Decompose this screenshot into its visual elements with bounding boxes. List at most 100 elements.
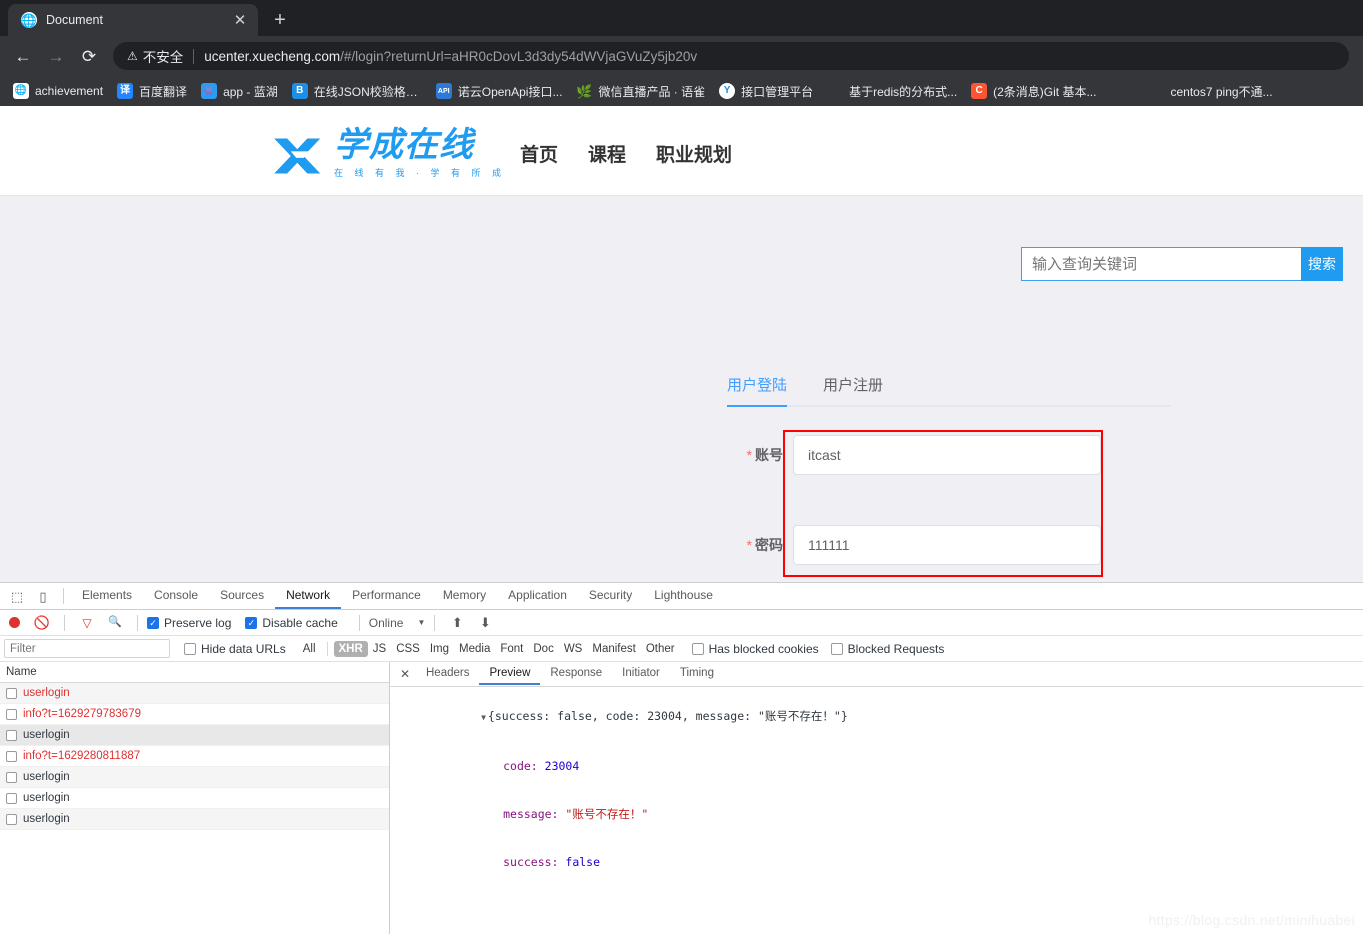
tab-application[interactable]: Application bbox=[497, 584, 578, 609]
tab-user-login[interactable]: 用户登陆 bbox=[727, 374, 787, 395]
bookmark-item[interactable]: 🌐 achievement bbox=[6, 80, 110, 102]
tab-network[interactable]: Network bbox=[275, 584, 342, 609]
record-icon[interactable] bbox=[9, 617, 20, 628]
device-toolbar-icon[interactable]: ▯ bbox=[30, 584, 56, 608]
has-blocked-cookies-label: Has blocked cookies bbox=[708, 641, 819, 656]
security-indicator[interactable]: ⚠ 不安全 bbox=[127, 46, 183, 66]
json-property-success: success: false bbox=[390, 838, 1363, 886]
table-row[interactable]: userlogin bbox=[0, 809, 389, 830]
filter-type-manifest[interactable]: Manifest bbox=[587, 641, 640, 657]
filter-type-xhr[interactable]: XHR bbox=[333, 640, 368, 657]
tab-console[interactable]: Console bbox=[143, 584, 209, 609]
clear-icon[interactable]: 🚫 bbox=[29, 611, 55, 635]
preserve-log-label: Preserve log bbox=[164, 615, 232, 630]
table-row[interactable]: userlogin bbox=[0, 788, 389, 809]
inspect-element-icon[interactable]: ⬚ bbox=[4, 584, 30, 608]
back-icon[interactable]: ← bbox=[8, 41, 38, 71]
request-list-header: Name bbox=[0, 662, 389, 683]
json-summary-mid1: , code: bbox=[591, 709, 648, 723]
forward-icon[interactable]: → bbox=[41, 41, 71, 71]
tab-elements[interactable]: Elements bbox=[71, 584, 143, 609]
filter-type-css[interactable]: CSS bbox=[391, 641, 425, 657]
request-name: userlogin bbox=[23, 813, 70, 825]
filter-type-img[interactable]: Img bbox=[425, 641, 454, 657]
bookmark-item[interactable]: 🌿 微信直播产品 · 语雀 bbox=[569, 80, 712, 103]
table-row[interactable]: info?t=1629280811887 bbox=[0, 746, 389, 767]
table-row[interactable]: userlogin bbox=[0, 683, 389, 704]
tab-timing[interactable]: Timing bbox=[670, 664, 724, 685]
bookmark-item[interactable]: centos7 ping不通... bbox=[1141, 80, 1279, 103]
tab-response[interactable]: Response bbox=[540, 664, 612, 685]
search-button[interactable]: 搜索 bbox=[1301, 247, 1343, 281]
filter-divider bbox=[326, 641, 328, 656]
tab-security[interactable]: Security bbox=[578, 584, 643, 609]
filter-type-all[interactable]: All bbox=[298, 641, 321, 657]
throttling-select[interactable]: Online ▼ bbox=[369, 616, 426, 630]
has-blocked-cookies-checkbox[interactable]: Has blocked cookies bbox=[691, 641, 819, 656]
filter-type-font[interactable]: Font bbox=[495, 641, 528, 657]
chevron-down-icon[interactable]: ▼ bbox=[481, 713, 486, 722]
table-row[interactable]: userlogin bbox=[0, 725, 389, 746]
address-bar[interactable]: ⚠ 不安全 ucenter.xuecheng.com/#/login?retur… bbox=[113, 42, 1349, 70]
bookmark-label: centos7 ping不通... bbox=[1170, 84, 1273, 99]
blocked-requests-checkbox[interactable]: Blocked Requests bbox=[830, 642, 944, 656]
hide-data-urls-label: Hide data URLs bbox=[201, 641, 286, 656]
detail-tabbar: ✕ Headers Preview Response Initiator Tim… bbox=[390, 662, 1363, 687]
upload-icon[interactable]: ⬆ bbox=[444, 611, 470, 635]
checkbox-unchecked-icon bbox=[830, 642, 843, 655]
search-icon[interactable]: 🔍 bbox=[102, 611, 128, 635]
json-summary-mid2: , message: bbox=[681, 709, 758, 723]
reload-icon[interactable]: ⟳ bbox=[74, 41, 104, 71]
network-toolbar: 🚫 ▽ 🔍 ✓ Preserve log ✓ Disable cache Onl… bbox=[0, 610, 1363, 636]
bookmark-item[interactable]: 基于redis的分布式... bbox=[820, 80, 964, 103]
bookmark-item[interactable]: 👾 app - 蓝湖 bbox=[194, 80, 285, 103]
funnel-icon[interactable]: ▽ bbox=[74, 611, 100, 635]
filter-input[interactable] bbox=[4, 639, 170, 658]
nav-item-career[interactable]: 职业规划 bbox=[656, 140, 732, 167]
tab-initiator[interactable]: Initiator bbox=[612, 664, 670, 685]
filter-type-doc[interactable]: Doc bbox=[528, 641, 558, 657]
bookmark-item[interactable]: Y 接口管理平台 bbox=[712, 80, 820, 103]
checkbox-unchecked-icon bbox=[6, 687, 17, 699]
tab-lighthouse[interactable]: Lighthouse bbox=[643, 584, 724, 609]
tab-preview[interactable]: Preview bbox=[479, 664, 541, 685]
devtools-panel: ⬚ ▯ Elements Console Sources Network Per… bbox=[0, 582, 1363, 934]
tab-headers[interactable]: Headers bbox=[416, 664, 479, 685]
table-row[interactable]: userlogin bbox=[0, 767, 389, 788]
disable-cache-checkbox[interactable]: ✓ Disable cache bbox=[245, 615, 338, 630]
download-icon[interactable]: ⬇ bbox=[472, 611, 498, 635]
bookmark-label: 基于redis的分布式... bbox=[849, 84, 958, 99]
filter-type-js[interactable]: JS bbox=[368, 641, 391, 657]
browser-tab[interactable]: 🌐 Document ✕ bbox=[8, 4, 258, 36]
tab-user-register[interactable]: 用户注册 bbox=[823, 374, 883, 395]
bookmark-item[interactable]: API 诺云OpenApi接口... bbox=[429, 80, 570, 103]
hide-data-urls-checkbox[interactable]: Hide data URLs bbox=[184, 642, 286, 656]
filter-type-other[interactable]: Other bbox=[641, 641, 680, 657]
search-input[interactable] bbox=[1021, 247, 1301, 281]
site-logo[interactable]: 学成在线 在 线 有 我 · 学 有 所 成 bbox=[272, 127, 506, 179]
bookmark-label: 百度翻译 bbox=[139, 84, 188, 99]
json-summary-line[interactable]: ▼ {success: false, code: 23004, message: … bbox=[390, 692, 1363, 742]
close-icon[interactable]: ✕ bbox=[232, 12, 248, 28]
tab-memory[interactable]: Memory bbox=[432, 584, 497, 609]
nav-item-courses[interactable]: 课程 bbox=[588, 140, 626, 167]
preserve-log-checkbox[interactable]: ✓ Preserve log bbox=[147, 616, 231, 630]
nav-item-home[interactable]: 首页 bbox=[520, 140, 558, 167]
disable-cache-label: Disable cache bbox=[262, 615, 338, 630]
toolbar-divider bbox=[64, 614, 65, 631]
bookmark-item[interactable]: B 在线JSON校验格式... bbox=[285, 80, 429, 103]
toolbar-divider bbox=[358, 614, 360, 631]
table-row[interactable]: info?t=1629279783679 bbox=[0, 704, 389, 725]
tab-sources[interactable]: Sources bbox=[209, 584, 275, 609]
password-input[interactable] bbox=[793, 525, 1101, 565]
filter-type-media[interactable]: Media bbox=[454, 641, 495, 657]
bookmark-item[interactable]: C (2条消息)Git 基本... bbox=[964, 80, 1103, 103]
account-input[interactable] bbox=[793, 435, 1101, 475]
close-icon[interactable]: ✕ bbox=[394, 667, 416, 681]
csdn-icon: C bbox=[971, 83, 988, 99]
new-tab-button[interactable]: + bbox=[266, 6, 294, 34]
tab-performance[interactable]: Performance bbox=[341, 584, 432, 609]
bookmark-label: achievement bbox=[35, 84, 104, 98]
bookmark-item[interactable]: 译 百度翻译 bbox=[110, 80, 194, 103]
filter-type-ws[interactable]: WS bbox=[559, 641, 588, 657]
